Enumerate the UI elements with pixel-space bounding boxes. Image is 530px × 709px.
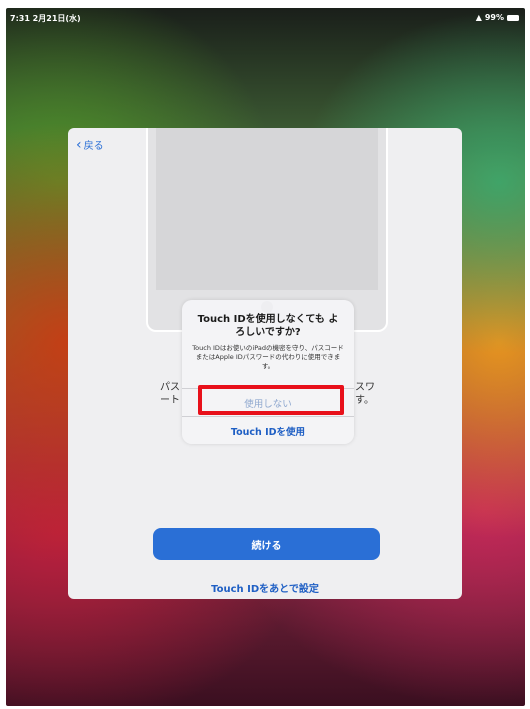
description-text-left: パス ート <box>160 381 180 407</box>
wifi-icon: ▲ <box>475 13 482 22</box>
back-button[interactable]: ‹ 戻る <box>76 136 104 153</box>
highlight-annotation-box <box>198 385 344 415</box>
back-label: 戻る <box>83 141 104 152</box>
alert-message: Touch IDはお使いのiPadの機密を守り、パスコードまたはApple ID… <box>192 344 344 370</box>
chevron-left-icon: ‹ <box>76 136 82 153</box>
description-line: パス <box>160 382 180 393</box>
description-line: す。 <box>355 395 374 406</box>
alert-divider <box>182 416 354 417</box>
description-line: ート <box>160 395 180 406</box>
battery-icon <box>507 14 519 21</box>
battery-percent: 99% <box>484 13 504 22</box>
continue-button[interactable]: 続ける <box>153 528 380 560</box>
touch-id-alert-dialog: Touch IDを使用しなくても よろしいですか? Touch IDはお使いのi… <box>182 300 354 444</box>
ipad-screen-photo: 7:31 2月21日(水) ▲ 99% ‹ 戻る パス ート スワ す。 続ける… <box>6 8 525 706</box>
status-right: ▲ 99% <box>476 13 519 22</box>
ipad-illustration-screen <box>156 128 378 290</box>
alert-title: Touch IDを使用しなくても よろしいですか? <box>197 314 339 338</box>
description-line: スワ <box>355 382 375 393</box>
status-time: 7:31 2月21日(水) <box>10 14 81 23</box>
description-text-right: スワ す。 <box>355 381 375 407</box>
setup-later-button[interactable]: Touch IDをあとで設定 <box>68 580 462 595</box>
status-bar: 7:31 2月21日(水) ▲ 99% <box>6 8 525 26</box>
use-touch-id-button[interactable]: Touch IDを使用 <box>182 424 354 438</box>
